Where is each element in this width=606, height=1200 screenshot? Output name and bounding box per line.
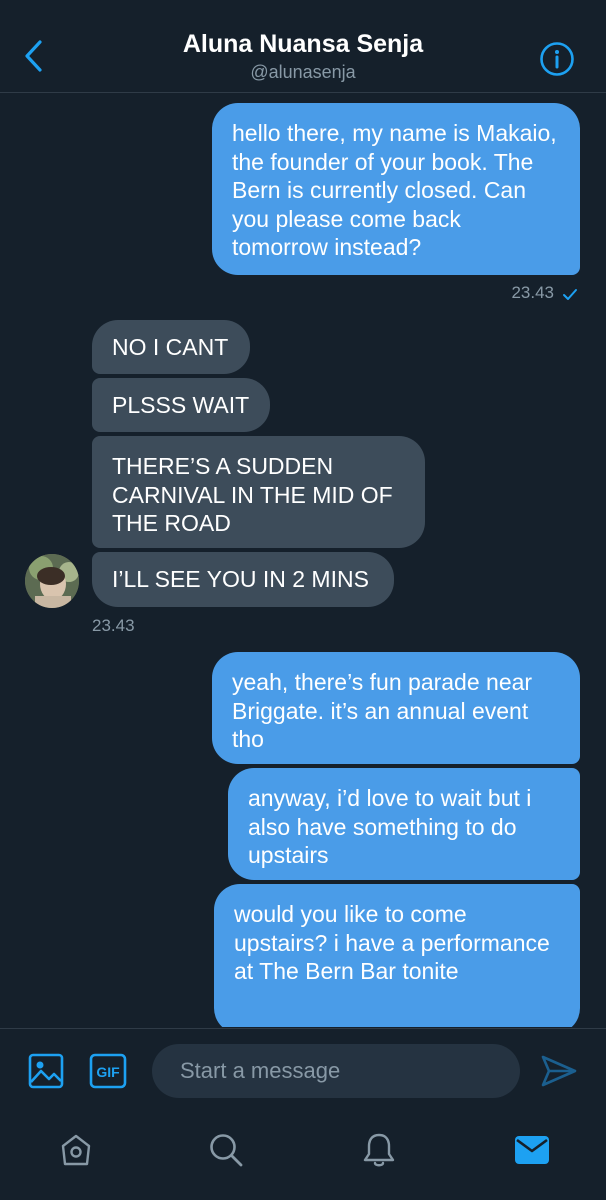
outgoing-message: yeah, there’s fun parade near Briggate. …	[212, 652, 580, 764]
add-image-button[interactable]	[26, 1051, 66, 1091]
tab-notifications[interactable]	[357, 1128, 401, 1172]
send-button[interactable]	[538, 1051, 580, 1091]
incoming-message: THERE’S A SUDDEN CARNIVAL IN THE MID OF …	[92, 436, 425, 548]
info-icon	[540, 42, 574, 76]
send-icon	[541, 1055, 577, 1087]
gif-label: GIF	[96, 1064, 120, 1080]
tab-messages[interactable]	[510, 1128, 554, 1172]
incoming-message: NO I CANT	[92, 320, 250, 374]
mail-icon	[515, 1136, 549, 1164]
message-text: hello there, my name is Makaio, the foun…	[232, 120, 557, 260]
image-icon	[28, 1053, 64, 1089]
message-text: THERE’S A SUDDEN CARNIVAL IN THE MID OF …	[112, 453, 393, 536]
avatar[interactable]	[25, 554, 79, 608]
message-text: yeah, there’s fun parade near Briggate. …	[232, 669, 533, 752]
search-icon	[210, 1134, 243, 1167]
message-composer: GIF	[0, 1028, 606, 1113]
gif-icon: GIF	[89, 1053, 127, 1089]
outgoing-message: hello there, my name is Makaio, the foun…	[212, 103, 580, 275]
message-text: I’LL SEE YOU IN 2 MINS	[112, 566, 369, 592]
incoming-message: PLSSS WAIT	[92, 378, 270, 432]
tab-search[interactable]	[204, 1128, 248, 1172]
sent-check-icon	[563, 289, 577, 300]
avatar-photo	[25, 554, 79, 608]
conversation-header: Aluna Nuansa Senja @alunasenja	[0, 0, 606, 93]
outgoing-message: anyway, i’d love to wait but i also have…	[228, 768, 580, 880]
conversation-handle: @alunasenja	[250, 62, 356, 82]
message-text: anyway, i’d love to wait but i also have…	[248, 785, 532, 868]
message-timestamp: 23.43	[511, 283, 554, 302]
message-text: NO I CANT	[112, 334, 229, 360]
add-gif-button[interactable]: GIF	[88, 1051, 128, 1091]
message-text: PLSSS WAIT	[112, 392, 250, 418]
conversation-title: Aluna Nuansa Senja	[182, 30, 424, 58]
message-thread[interactable]: hello there, my name is Makaio, the foun…	[0, 93, 606, 1027]
message-input[interactable]	[152, 1044, 520, 1098]
tab-home[interactable]	[54, 1128, 98, 1172]
bell-icon	[363, 1133, 395, 1167]
tab-bar	[0, 1112, 606, 1200]
message-timestamp: 23.43	[92, 616, 135, 635]
message-text: would you like to come upstairs? i have …	[234, 901, 550, 984]
home-icon	[61, 1134, 91, 1166]
incoming-message: I’LL SEE YOU IN 2 MINS	[92, 552, 394, 607]
outgoing-message: would you like to come upstairs? i have …	[214, 884, 580, 1027]
info-button[interactable]	[538, 40, 576, 78]
message-status: 23.43	[480, 283, 580, 307]
